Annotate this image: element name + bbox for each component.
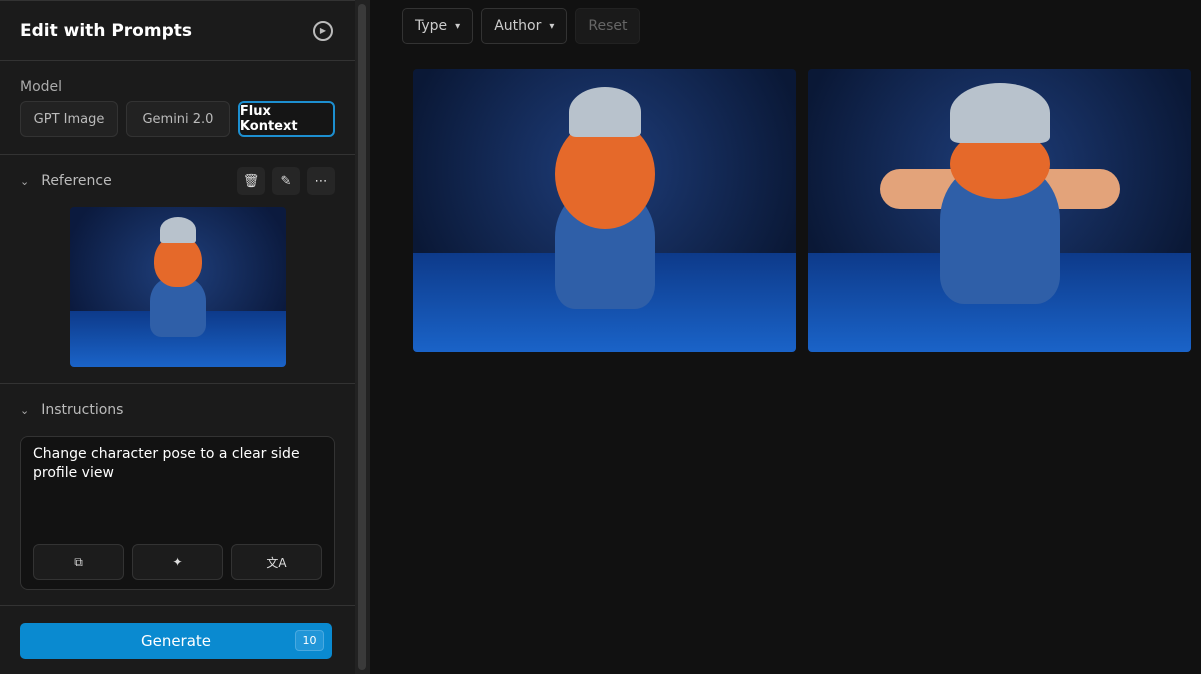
instructions-input[interactable]: Change character pose to a clear side pr… xyxy=(20,436,335,590)
instructions-section: ⌄ Instructions Change character pose to a… xyxy=(0,384,355,606)
chevron-down-icon: ▾ xyxy=(455,20,461,32)
result-image-side[interactable] xyxy=(413,69,796,352)
reference-section: ⌄ Reference 🗑 ✎ ⋯ xyxy=(0,155,355,384)
author-label: Author xyxy=(494,18,542,34)
chevron-down-icon: ▾ xyxy=(549,20,555,32)
type-label: Type xyxy=(415,18,448,34)
reset-button[interactable]: Reset xyxy=(575,8,641,44)
translate-icon[interactable]: 文A xyxy=(231,544,322,580)
panel-header: Edit with Prompts ▶ xyxy=(0,1,355,61)
credits-badge: 10 xyxy=(295,630,324,651)
more-icon[interactable]: ⋯ xyxy=(307,167,335,195)
chevron-down-icon[interactable]: ⌄ xyxy=(20,175,29,188)
chevron-down-icon[interactable]: ⌄ xyxy=(20,404,29,417)
scrollbar-thumb[interactable] xyxy=(358,4,366,670)
model-section: Model GPT Image Gemini 2.0 Flux Kontext xyxy=(0,61,355,155)
model-gpt-image[interactable]: GPT Image xyxy=(20,101,119,137)
play-icon[interactable]: ▶ xyxy=(313,20,333,41)
reference-label: Reference xyxy=(41,173,112,189)
edit-panel: Edit with Prompts ▶ Model GPT Image Gemi… xyxy=(0,0,355,674)
trash-icon[interactable]: 🗑 xyxy=(237,167,265,195)
type-filter[interactable]: Type ▾ xyxy=(402,8,474,44)
generate-button[interactable]: Generate 10 xyxy=(20,623,332,659)
copy-icon[interactable]: ⧉ xyxy=(33,544,124,580)
panel-title: Edit with Prompts xyxy=(20,20,192,41)
reference-image[interactable] xyxy=(69,207,286,367)
model-label: Model xyxy=(20,79,63,95)
pencil-icon[interactable]: ✎ xyxy=(272,167,300,195)
result-image-back[interactable] xyxy=(808,69,1191,352)
generate-label: Generate xyxy=(140,632,212,650)
model-gemini[interactable]: Gemini 2.0 xyxy=(126,101,230,137)
sparkle-icon[interactable]: ✦ xyxy=(132,544,223,580)
author-filter[interactable]: Author ▾ xyxy=(481,8,568,44)
instructions-text[interactable]: Change character pose to a clear side pr… xyxy=(33,445,322,483)
instructions-label: Instructions xyxy=(41,402,124,418)
model-flux-kontext[interactable]: Flux Kontext xyxy=(237,101,335,137)
